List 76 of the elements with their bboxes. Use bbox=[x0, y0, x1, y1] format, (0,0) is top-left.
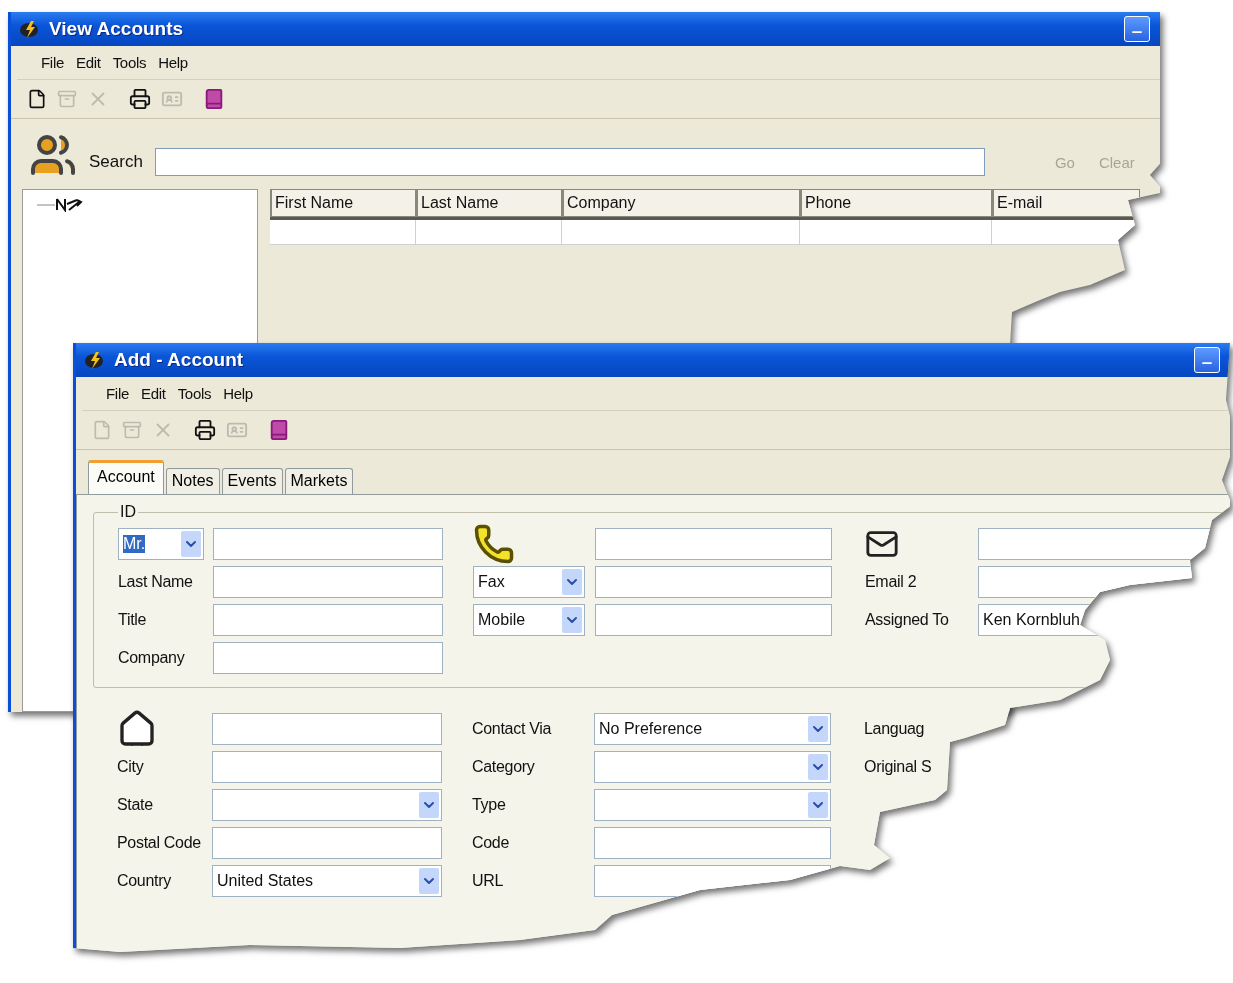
tree-node-icon[interactable] bbox=[37, 196, 83, 212]
text-field[interactable] bbox=[213, 642, 443, 674]
print-button[interactable] bbox=[192, 417, 218, 443]
text-field[interactable] bbox=[594, 865, 831, 897]
print-button[interactable] bbox=[127, 86, 153, 112]
tab[interactable]: Markets bbox=[284, 468, 354, 494]
lightning-icon bbox=[84, 350, 106, 370]
book-icon bbox=[203, 88, 225, 110]
document-icon bbox=[92, 420, 112, 440]
field-value: Ken Kornbluh bbox=[983, 611, 1080, 629]
book-icon bbox=[268, 419, 290, 441]
field-label: Email 2 bbox=[865, 573, 918, 591]
minimize-button[interactable] bbox=[1124, 16, 1150, 42]
menu-item[interactable]: File bbox=[106, 385, 129, 402]
menu-item[interactable]: Tools bbox=[177, 385, 212, 402]
window-title: Add - Account bbox=[114, 349, 245, 371]
field-label: Category bbox=[472, 758, 536, 776]
dropdown-field[interactable] bbox=[594, 751, 831, 783]
menu-item[interactable]: Help bbox=[223, 385, 253, 402]
dropdown-field[interactable] bbox=[594, 789, 831, 821]
dropdown-field[interactable]: No Preference bbox=[594, 713, 831, 745]
text-field[interactable] bbox=[213, 604, 443, 636]
text-field[interactable] bbox=[212, 713, 442, 745]
column-header[interactable]: First Name bbox=[270, 189, 416, 217]
text-field[interactable] bbox=[212, 751, 442, 783]
archive-icon bbox=[122, 420, 142, 440]
printer-icon bbox=[194, 419, 216, 441]
lightning-icon bbox=[19, 19, 41, 39]
printer-icon bbox=[129, 88, 151, 110]
column-header[interactable]: Phone bbox=[800, 189, 992, 217]
archive-icon bbox=[57, 89, 77, 109]
search-field[interactable] bbox=[154, 148, 985, 176]
document-icon bbox=[27, 89, 47, 109]
window-title: View Accounts bbox=[49, 18, 185, 40]
field-label: Type bbox=[472, 796, 507, 814]
field-label: Last Name bbox=[118, 573, 194, 591]
field-label: Country bbox=[117, 872, 172, 890]
text-field[interactable] bbox=[213, 528, 443, 560]
tab[interactable]: Notes bbox=[165, 468, 220, 494]
column-header[interactable]: Company bbox=[562, 189, 800, 217]
text-field[interactable] bbox=[595, 528, 832, 560]
menu-item[interactable]: Edit bbox=[141, 385, 166, 402]
field-label: State bbox=[117, 796, 154, 814]
field-label: Contact Via bbox=[472, 720, 553, 738]
salutation-select[interactable]: Mr. bbox=[118, 528, 204, 560]
phone-type-select[interactable]: Fax bbox=[473, 566, 585, 598]
field-label: Postal Code bbox=[117, 834, 202, 852]
text-field[interactable] bbox=[595, 566, 832, 598]
field-label: Languag bbox=[864, 720, 926, 738]
phone-type-select[interactable]: Mobile bbox=[473, 604, 585, 636]
group-label: ID bbox=[119, 503, 137, 521]
house-icon bbox=[117, 709, 157, 749]
field-label: Title bbox=[118, 611, 148, 629]
field-label: URL bbox=[472, 872, 505, 890]
field-label: Original S bbox=[864, 758, 933, 776]
column-header[interactable]: Last Name bbox=[416, 189, 562, 217]
search-label: Search bbox=[89, 152, 143, 172]
telephone-icon bbox=[473, 523, 515, 565]
tab[interactable]: Account bbox=[88, 460, 164, 494]
text-field[interactable] bbox=[212, 827, 442, 859]
field-label: City bbox=[117, 758, 145, 776]
dropdown-field[interactable] bbox=[212, 789, 442, 821]
menu-item[interactable]: File bbox=[41, 54, 64, 71]
tab[interactable]: Events bbox=[221, 468, 283, 494]
text-field[interactable] bbox=[595, 604, 832, 636]
menu-item[interactable]: Help bbox=[158, 54, 188, 71]
field-label: Assigned To bbox=[865, 611, 950, 629]
menu-item[interactable]: Tools bbox=[112, 54, 147, 71]
text-field[interactable] bbox=[594, 827, 831, 859]
field-label: Company bbox=[118, 649, 186, 667]
field-label: Code bbox=[472, 834, 511, 852]
dropdown-field[interactable]: United States bbox=[212, 865, 442, 897]
menu-item[interactable]: Edit bbox=[76, 54, 101, 71]
column-header[interactable]: E-mail bbox=[992, 189, 1140, 217]
minimize-button[interactable] bbox=[1194, 347, 1220, 373]
text-field[interactable] bbox=[213, 566, 443, 598]
